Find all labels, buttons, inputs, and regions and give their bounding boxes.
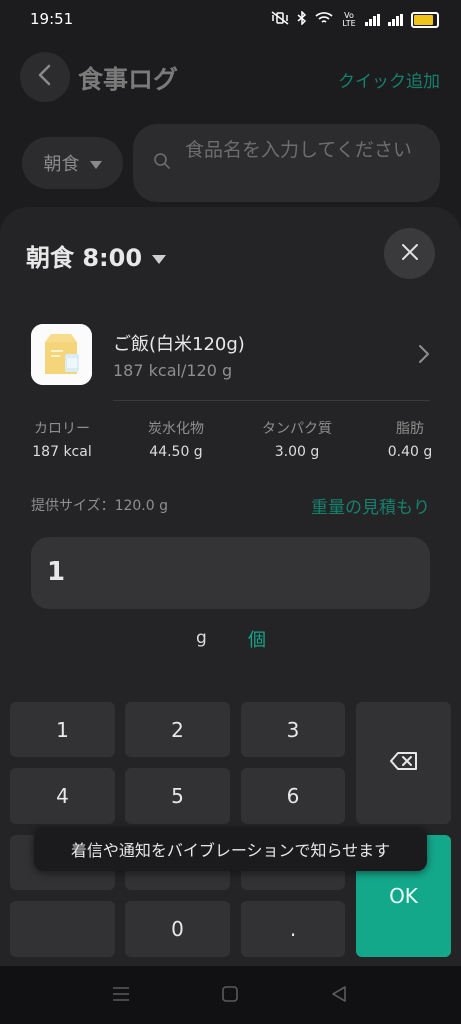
system-nav-bar xyxy=(0,966,461,1024)
close-button[interactable] xyxy=(384,228,435,279)
back-nav-icon[interactable] xyxy=(331,986,347,1006)
signal-1-icon xyxy=(365,13,380,26)
key-2[interactable]: 2 xyxy=(125,702,230,757)
bluetooth-icon xyxy=(297,10,307,28)
backspace-key[interactable] xyxy=(356,702,451,824)
search-placeholder: 食品名を入力してください xyxy=(185,139,412,161)
key-decimal[interactable]: . xyxy=(241,901,345,957)
rice-package-icon xyxy=(31,324,92,385)
meal-time-selector[interactable]: 朝食 8:00 xyxy=(26,238,167,273)
nutrient-value: 44.50 g xyxy=(149,444,203,460)
home-icon[interactable] xyxy=(222,986,238,1006)
nutrient-label: 脂肪 xyxy=(396,421,424,437)
sheet-title: 朝食 8:00 xyxy=(26,244,143,272)
quick-add-link[interactable]: クイック追加 xyxy=(338,67,440,92)
page-title: 食事ログ xyxy=(78,65,179,94)
wifi-icon xyxy=(315,11,333,28)
signal-2-icon xyxy=(388,13,403,26)
close-icon xyxy=(401,243,419,265)
quantity-input[interactable]: 1 xyxy=(31,537,430,609)
key-blank[interactable] xyxy=(10,901,115,957)
key-4[interactable]: 4 xyxy=(10,768,115,824)
status-bar: 19:51 Vo LTE xyxy=(0,0,461,40)
battery-icon xyxy=(411,11,439,28)
food-calorie-summary: 187 kcal/120 g xyxy=(113,361,233,380)
food-search-input[interactable]: 食品名を入力してください xyxy=(133,124,440,202)
divider xyxy=(113,400,430,401)
recent-apps-icon[interactable] xyxy=(112,986,130,1006)
status-time: 19:51 xyxy=(30,10,74,28)
food-name[interactable]: ご飯(白米120g) xyxy=(113,330,245,356)
caret-down-icon xyxy=(152,242,167,270)
food-image xyxy=(31,324,92,385)
status-icons: Vo LTE xyxy=(271,10,439,28)
nutrient-label: カロリー xyxy=(34,421,90,437)
quantity-value: 1 xyxy=(47,557,66,587)
meal-type-dropdown[interactable]: 朝食 xyxy=(22,137,123,189)
chevron-right-icon[interactable] xyxy=(418,344,430,368)
nutrient-calories: カロリー 187 kcal xyxy=(24,418,100,460)
key-6[interactable]: 6 xyxy=(241,768,345,824)
key-0[interactable]: 0 xyxy=(125,901,230,957)
search-icon xyxy=(153,152,171,174)
meal-type-label: 朝食 xyxy=(43,154,80,175)
nutrient-fat: 脂肪 0.40 g xyxy=(380,418,440,460)
chevron-left-icon xyxy=(37,64,53,90)
unit-pieces-toggle[interactable]: 個 xyxy=(248,626,266,652)
nutrient-carbs: 炭水化物 44.50 g xyxy=(136,418,216,460)
nutrient-protein: タンパク質 3.00 g xyxy=(252,418,342,460)
nutrient-value: 187 kcal xyxy=(32,444,92,460)
vibrate-mute-icon xyxy=(271,11,289,28)
nutrient-label: 炭水化物 xyxy=(148,421,204,437)
volte-icon: Vo LTE xyxy=(342,10,356,28)
nutrient-value: 0.40 g xyxy=(387,444,433,460)
key-3[interactable]: 3 xyxy=(241,702,345,757)
toast-message: 着信や通知をバイブレーションで知らせます xyxy=(34,827,427,871)
nutrient-label: タンパク質 xyxy=(262,421,332,437)
back-button[interactable] xyxy=(20,52,70,102)
estimate-weight-link[interactable]: 重量の見積もり xyxy=(311,493,430,518)
key-5[interactable]: 5 xyxy=(125,768,230,824)
key-1[interactable]: 1 xyxy=(10,702,115,757)
backspace-icon xyxy=(389,751,418,775)
caret-down-icon xyxy=(89,153,102,174)
unit-grams-toggle[interactable]: g xyxy=(196,628,207,648)
serving-size: 提供サイズ：120.0 g xyxy=(31,498,168,514)
nutrient-value: 3.00 g xyxy=(274,444,320,460)
